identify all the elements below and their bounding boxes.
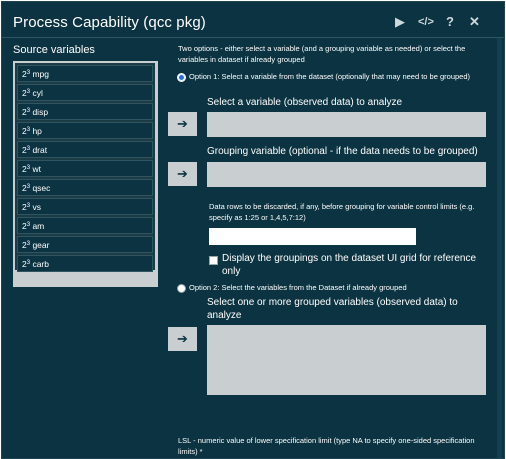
move-to-variable-button[interactable]: ➔ bbox=[168, 112, 197, 136]
variable-item-hp[interactable]: 23 hp bbox=[17, 122, 153, 139]
play-icon[interactable]: ▶ bbox=[395, 15, 405, 29]
numeric-type-sup: 3 bbox=[26, 260, 31, 266]
discard-rows-label: Data rows to be discarded, if any, befor… bbox=[209, 202, 475, 222]
variable-item-wt[interactable]: 23 wt bbox=[17, 160, 153, 177]
move-to-grouped-button[interactable]: ➔ bbox=[168, 327, 197, 351]
options-intro-text: Two options - either select a variable (… bbox=[178, 44, 466, 64]
variable-item-drat[interactable]: 23 drat bbox=[17, 141, 153, 158]
option2-radio[interactable] bbox=[177, 284, 186, 293]
variable-label: disp bbox=[32, 107, 49, 117]
variable-label: carb bbox=[32, 259, 49, 269]
option1-radio[interactable] bbox=[177, 73, 186, 82]
numeric-type-sup: 3 bbox=[26, 146, 31, 152]
variable-item-gear[interactable]: 23 gear bbox=[17, 236, 153, 253]
variable-label: cyl bbox=[32, 88, 43, 98]
numeric-type-sup: 3 bbox=[26, 108, 31, 114]
variable-label: am bbox=[32, 221, 45, 231]
code-icon[interactable]: </> bbox=[418, 15, 434, 29]
display-groupings-label: Display the groupings on the dataset UI … bbox=[222, 253, 477, 277]
variable-item-mpg[interactable]: 23 mpg bbox=[17, 65, 153, 82]
variable-item-qsec[interactable]: 23 qsec bbox=[17, 179, 153, 196]
select-variable-label: Select a variable (observed data) to ana… bbox=[207, 97, 403, 108]
header-divider bbox=[2, 37, 504, 38]
process-capability-dialog: Process Capability (qcc pkg) ▶ </> ? ✕ S… bbox=[1, 1, 505, 459]
numeric-type-sup: 3 bbox=[26, 89, 31, 95]
variable-label: drat bbox=[32, 145, 48, 155]
numeric-type-sup: 3 bbox=[26, 184, 31, 190]
variable-label: hp bbox=[32, 126, 42, 136]
numeric-type-sup: 3 bbox=[26, 127, 31, 133]
dialog-scrollbar[interactable] bbox=[497, 38, 502, 458]
numeric-type-sup: 3 bbox=[26, 203, 31, 209]
variable-item-vs[interactable]: 23 vs bbox=[17, 198, 153, 215]
close-icon[interactable]: ✕ bbox=[469, 15, 480, 29]
variable-label: gear bbox=[32, 240, 50, 250]
dialog-title: Process Capability (qcc pkg) bbox=[13, 14, 206, 31]
display-groupings-checkbox[interactable] bbox=[209, 256, 218, 265]
selected-variable-box[interactable] bbox=[207, 112, 486, 137]
option1-label: Option 1: Select a variable from the dat… bbox=[189, 72, 471, 81]
variable-item-cyl[interactable]: 23 cyl bbox=[17, 84, 153, 101]
numeric-type-sup: 3 bbox=[26, 165, 31, 171]
option2-label: Option 2: Select the variables from the … bbox=[189, 283, 407, 292]
variable-label: qsec bbox=[32, 183, 51, 193]
source-variables-label: Source variables bbox=[13, 44, 95, 56]
numeric-type-sup: 3 bbox=[26, 70, 31, 76]
variable-item-carb[interactable]: 23 carb bbox=[17, 255, 153, 272]
numeric-type-sup: 3 bbox=[26, 222, 31, 228]
move-to-grouping-button[interactable]: ➔ bbox=[168, 162, 197, 186]
numeric-type-sup: 3 bbox=[26, 241, 31, 247]
variable-label: mpg bbox=[32, 69, 49, 79]
lsl-label: LSL - numeric value of lower specificati… bbox=[178, 436, 475, 456]
variable-item-disp[interactable]: 23 disp bbox=[17, 103, 153, 120]
discard-rows-input[interactable] bbox=[209, 228, 416, 245]
variable-item-am[interactable]: 23 am bbox=[17, 217, 153, 234]
variable-label: vs bbox=[32, 202, 41, 212]
help-icon[interactable]: ? bbox=[446, 15, 454, 29]
grouping-variable-label: Grouping variable (optional - if the dat… bbox=[207, 146, 478, 157]
grouped-variables-box[interactable] bbox=[207, 325, 486, 395]
variable-label: wt bbox=[32, 164, 41, 174]
grouped-variables-label: Select one or more grouped variables (ob… bbox=[207, 297, 458, 321]
grouping-variable-box[interactable] bbox=[207, 162, 486, 187]
